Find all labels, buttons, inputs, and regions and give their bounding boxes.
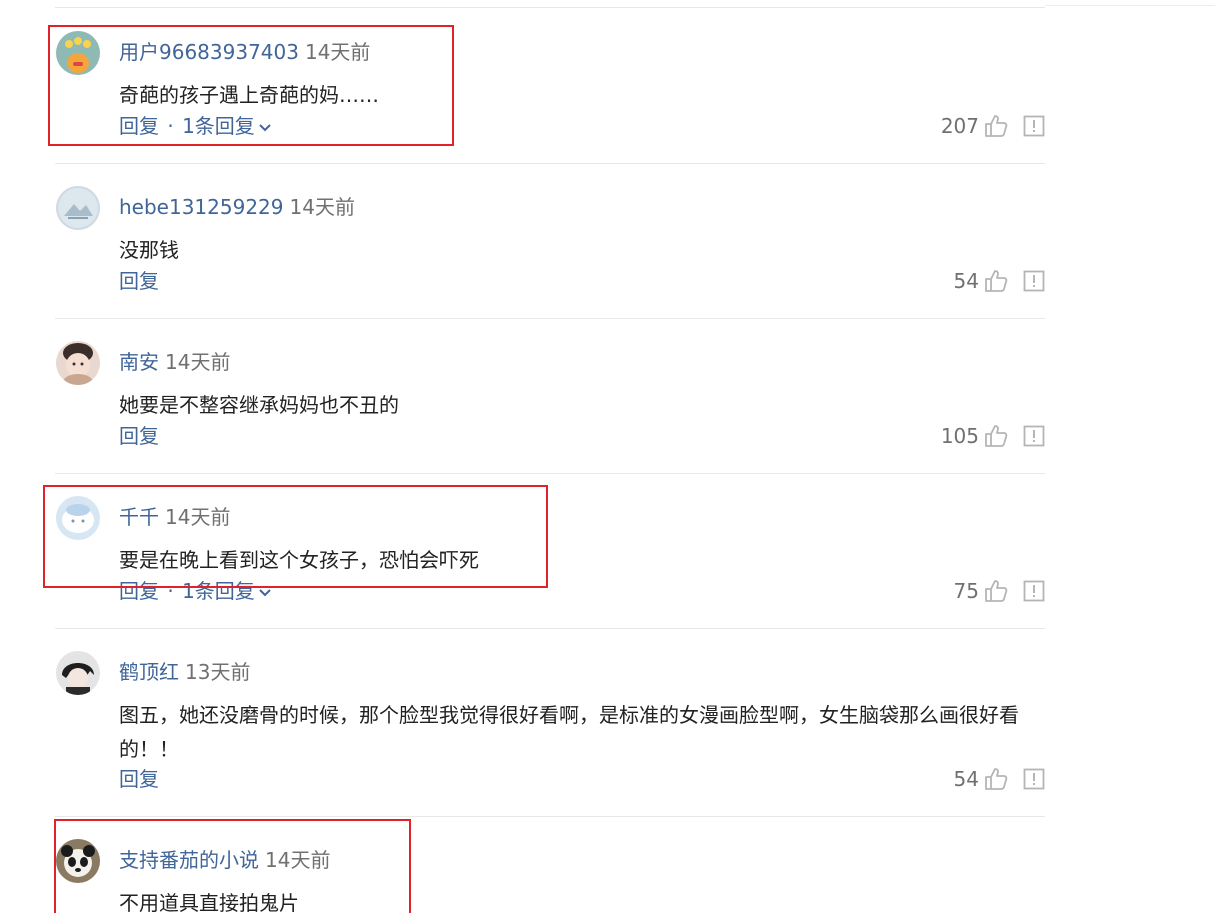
thumbs-up-icon[interactable] [983,766,1009,792]
thumbs-up-icon[interactable] [983,268,1009,294]
comment-text: 图五，她还没磨骨的时候，那个脸型我觉得很好看啊，是标准的女漫画脸型啊，女生脑袋那… [119,703,1019,761]
like-count: 105 [940,424,979,448]
comment-item: 南安 14天前 她要是不整容继承妈妈也不丑的 回复 105 [55,341,1045,474]
like-count: 54 [953,269,979,293]
comment-text: 没那钱 [119,238,179,262]
report-icon[interactable] [1023,580,1045,602]
avatar[interactable] [56,186,100,230]
highlight-box [48,25,454,146]
highlight-box [43,485,548,588]
comment-divider [55,628,1045,629]
username[interactable]: 南安 [119,350,159,374]
like-count: 75 [953,579,979,603]
comment-divider [55,473,1045,474]
like-count: 54 [953,767,979,791]
reply-button[interactable]: 回复 [119,269,159,293]
avatar[interactable] [56,651,100,695]
thumbs-up-icon[interactable] [983,423,1009,449]
report-icon[interactable] [1023,270,1045,292]
comment-item: hebe131259229 14天前 没那钱 回复 54 [55,186,1045,319]
comment-text: 她要是不整容继承妈妈也不丑的 [119,393,399,417]
top-divider-right [1045,5,1215,6]
comment-divider [55,163,1045,164]
comment-stats: 54 [954,268,1045,294]
anime-boy-avatar-icon [56,651,100,695]
reply-button[interactable]: 回复 [119,424,159,448]
comment-stats: 54 [954,766,1045,792]
report-icon[interactable] [1023,425,1045,447]
timestamp: 13天前 [185,660,251,684]
report-icon[interactable] [1023,768,1045,790]
comment-actions: 回复 [119,766,159,792]
comment-stats: 105 [941,423,1045,449]
comment-actions: 回复 [119,423,159,449]
pale-landscape-avatar-icon [56,186,100,230]
thumbs-up-icon[interactable] [983,578,1009,604]
comment-divider [55,318,1045,319]
thumbs-up-icon[interactable] [983,113,1009,139]
comment-stats: 75 [954,578,1045,604]
comment-meta: 南安 14天前 [119,349,230,375]
highlight-box [54,819,411,913]
baby-photo-avatar-icon [56,341,100,385]
comment-meta: hebe131259229 14天前 [119,194,355,220]
comment-divider [55,816,1045,817]
username[interactable]: 鹤顶红 [119,660,179,684]
avatar[interactable] [56,341,100,385]
report-icon[interactable] [1023,115,1045,137]
comment-item: 鹤顶红 13天前 图五，她还没磨骨的时候，那个脸型我觉得很好看啊，是标准的女漫画脸… [55,651,1045,817]
top-divider [55,7,1045,8]
timestamp: 14天前 [289,195,355,219]
comment-actions: 回复 [119,268,159,294]
comment-meta: 鹤顶红 13天前 [119,659,250,685]
chevron-down-icon [259,588,271,596]
like-count: 207 [940,114,979,138]
reply-button[interactable]: 回复 [119,767,159,791]
timestamp: 14天前 [165,350,231,374]
comment-stats: 207 [941,113,1045,139]
username[interactable]: hebe131259229 [119,195,284,219]
